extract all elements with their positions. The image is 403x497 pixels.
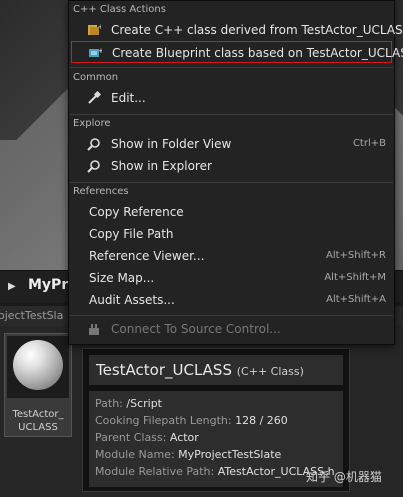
menu-item-copy-file-path[interactable]: Copy File Path xyxy=(71,223,392,245)
asset-tile[interactable]: TestActor_ UCLASS xyxy=(4,333,72,437)
menu-item-show-in-folder-view[interactable]: Show in Folder View Ctrl+B xyxy=(71,133,392,155)
tooltip-key: Parent Class: xyxy=(95,431,167,444)
menu-separator xyxy=(70,114,393,115)
tooltip-value: 128 / 260 xyxy=(235,414,288,427)
tooltip-value: MyProjectTestSlate xyxy=(178,448,282,461)
path-text: ojectTestSla xyxy=(0,309,64,322)
menu-item-label: Show in Explorer xyxy=(111,159,212,173)
tooltip-value: /Script xyxy=(126,397,162,410)
menu-item-size-map[interactable]: Size Map... Alt+Shift+M xyxy=(71,267,392,289)
edit-icon xyxy=(88,91,101,104)
menu-item-shortcut: Ctrl+B xyxy=(352,138,386,149)
menu-item-label: Copy File Path xyxy=(89,227,174,241)
menu-item-label: Copy Reference xyxy=(89,205,184,219)
tooltip-value: Actor xyxy=(169,431,199,444)
tooltip-row: Cooking Filepath Length: 128 / 260 xyxy=(95,414,288,427)
menu-separator xyxy=(70,315,393,316)
tooltip-key: Module Relative Path: xyxy=(95,465,215,478)
menu-item-create-cpp-class[interactable]: + Create C++ class derived from TestActo… xyxy=(71,19,403,41)
watermark-text: 知乎 @机器猫 xyxy=(306,470,382,484)
section-header-references: References xyxy=(73,186,129,197)
menu-item-label: Show in Folder View xyxy=(111,137,232,151)
tooltip-key: Path: xyxy=(95,397,123,410)
menu-item-label: Audit Assets... xyxy=(89,293,175,307)
expand-arrow-icon[interactable]: ▶ xyxy=(8,281,16,292)
menu-item-label: Create C++ class derived from TestActor_… xyxy=(111,23,403,37)
tooltip-header: TestActor_UCLASS (C++ Class) xyxy=(89,355,343,385)
menu-item-connect-source-control[interactable]: Connect To Source Control... xyxy=(71,318,392,340)
section-header-common: Common xyxy=(73,72,119,83)
tooltip-details: Path: /Script Cooking Filepath Length: 1… xyxy=(89,391,343,487)
tooltip-class-kind: (C++ Class) xyxy=(236,365,304,378)
asset-label: TestActor_ UCLASS xyxy=(12,409,64,433)
section-header-cpp-class-actions: C++ Class Actions xyxy=(73,4,166,15)
menu-item-label: Create Blueprint class based on TestActo… xyxy=(112,46,403,60)
section-header-explore: Explore xyxy=(73,118,111,129)
menu-item-shortcut: Alt+Shift+R xyxy=(326,250,386,261)
asset-thumbnail xyxy=(7,336,69,398)
context-menu: C++ Class Actions + Create C++ class der… xyxy=(68,0,403,345)
menu-item-copy-reference[interactable]: Copy Reference xyxy=(71,201,392,223)
tooltip-row: Parent Class: Actor xyxy=(95,431,199,444)
cpp-class-icon: + xyxy=(88,23,101,35)
blueprint-class-icon: + xyxy=(89,47,102,57)
menu-item-reference-viewer[interactable]: Reference Viewer... Alt+Shift+R xyxy=(71,245,392,267)
menu-item-show-in-explorer[interactable]: Show in Explorer xyxy=(71,155,392,177)
tooltip-title: TestActor_UCLASS (C++ Class) xyxy=(96,361,304,379)
menu-item-label: Size Map... xyxy=(89,271,155,285)
tooltip-key: Cooking Filepath Length: xyxy=(95,414,232,427)
sphere-thumbnail-icon xyxy=(13,340,63,390)
menu-item-audit-assets[interactable]: Audit Assets... Alt+Shift+A xyxy=(71,289,392,311)
menu-item-shortcut: Alt+Shift+M xyxy=(324,272,386,283)
tooltip-key: Module Name: xyxy=(95,448,175,461)
tooltip-row: Module Relative Path: ATestActor_UCLASS.… xyxy=(95,465,335,478)
menu-separator xyxy=(70,182,393,183)
tooltip-row: Module Name: MyProjectTestSlate xyxy=(95,448,281,461)
menu-item-label: Reference Viewer... xyxy=(89,249,205,263)
menu-item-edit[interactable]: Edit... xyxy=(71,87,392,109)
menu-item-create-blueprint-class[interactable]: + Create Blueprint class based on TestAc… xyxy=(71,41,403,63)
tooltip-row: Path: /Script xyxy=(95,397,162,410)
tooltip-class-name: TestActor_UCLASS xyxy=(96,361,232,379)
menu-separator xyxy=(70,67,393,68)
svg-text:+: + xyxy=(98,47,102,55)
menu-item-label: Connect To Source Control... xyxy=(111,322,281,336)
menu-item-shortcut: Alt+Shift+A xyxy=(326,294,386,305)
svg-text:+: + xyxy=(98,23,101,31)
search-icon xyxy=(87,160,100,173)
menu-item-label: Edit... xyxy=(111,91,146,105)
search-icon xyxy=(87,138,100,151)
source-control-icon xyxy=(89,324,99,335)
